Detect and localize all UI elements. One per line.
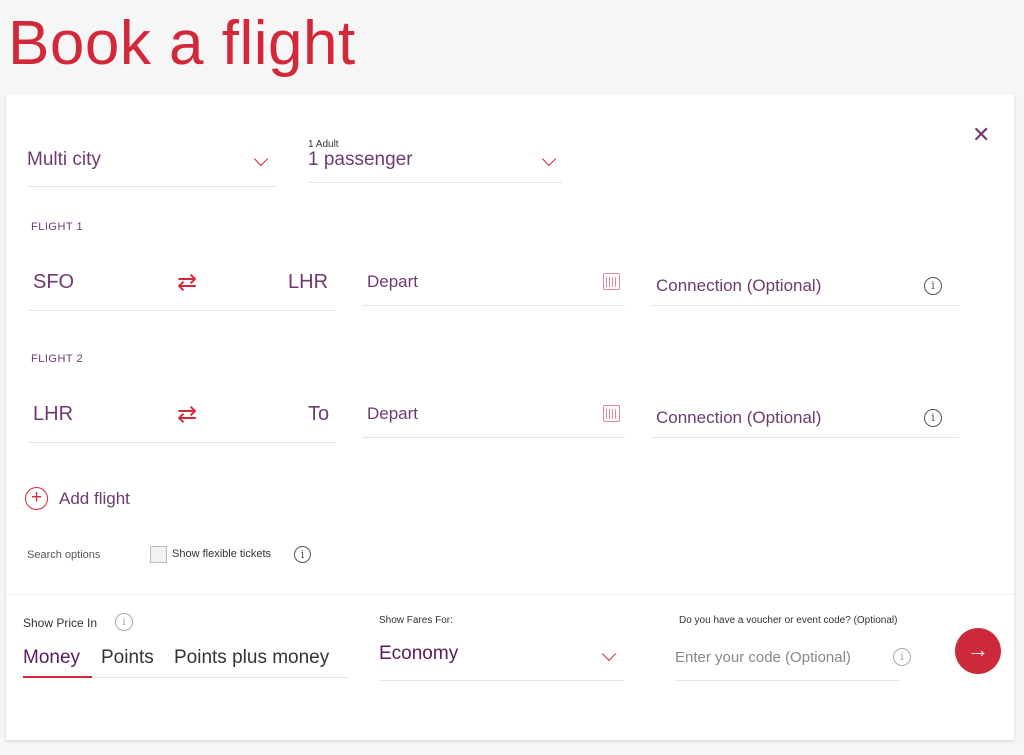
search-options-label: Search options <box>27 549 101 561</box>
flight-2-depart[interactable]: Depart <box>367 404 418 424</box>
calendar-icon[interactable] <box>603 405 620 422</box>
plus-circle-icon[interactable]: + <box>25 487 48 510</box>
active-tab-indicator <box>23 676 92 678</box>
swap-icon[interactable]: ⇄ <box>177 400 197 429</box>
flight-1-depart[interactable]: Depart <box>367 272 418 292</box>
chevron-down-icon[interactable] <box>541 151 557 167</box>
flight-1-connection[interactable]: Connection (Optional) <box>656 276 821 296</box>
add-flight-button[interactable]: Add flight <box>59 489 130 509</box>
flight-1-label: FLIGHT 1 <box>31 221 84 233</box>
calendar-icon[interactable] <box>603 273 620 290</box>
tab-money[interactable]: Money <box>23 647 80 669</box>
voucher-input[interactable]: Enter your code (Optional) <box>675 649 851 666</box>
info-icon[interactable]: i <box>294 546 311 563</box>
chevron-down-icon[interactable] <box>253 151 269 167</box>
tab-points-plus-money[interactable]: Points plus money <box>174 647 329 669</box>
close-icon[interactable]: ✕ <box>972 122 990 148</box>
flight-1-from[interactable]: SFO <box>33 271 74 294</box>
info-icon[interactable]: i <box>924 277 942 295</box>
swap-icon[interactable]: ⇄ <box>177 268 197 297</box>
arrow-right-icon: → <box>967 637 989 662</box>
passenger-select[interactable]: 1 passenger <box>308 149 413 171</box>
flight-2-label: FLIGHT 2 <box>31 353 84 365</box>
show-price-label: Show Price In <box>23 616 98 630</box>
show-fares-label: Show Fares For: <box>379 615 453 626</box>
page-title: Book a flight <box>8 9 356 78</box>
info-icon[interactable]: i <box>893 648 911 666</box>
flexible-tickets-checkbox[interactable] <box>150 546 167 563</box>
flight-2-connection[interactable]: Connection (Optional) <box>656 408 821 428</box>
flight-2-to[interactable]: To <box>308 403 329 426</box>
info-icon[interactable]: i <box>924 409 942 427</box>
voucher-label: Do you have a voucher or event code? (Op… <box>679 615 898 626</box>
tab-points[interactable]: Points <box>101 647 154 669</box>
flight-2-from[interactable]: LHR <box>33 403 73 426</box>
search-submit-button[interactable]: → <box>955 628 1001 674</box>
flexible-tickets-label[interactable]: Show flexible tickets <box>172 548 271 560</box>
fare-class-select[interactable]: Economy <box>379 643 458 665</box>
booking-card: Multi city 1 Adult 1 passenger ✕ FLIGHT … <box>6 94 1014 740</box>
trip-type-select[interactable]: Multi city <box>27 149 101 171</box>
flight-1-to[interactable]: LHR <box>288 271 328 294</box>
info-icon[interactable]: i <box>115 613 133 631</box>
chevron-down-icon[interactable] <box>601 646 617 662</box>
